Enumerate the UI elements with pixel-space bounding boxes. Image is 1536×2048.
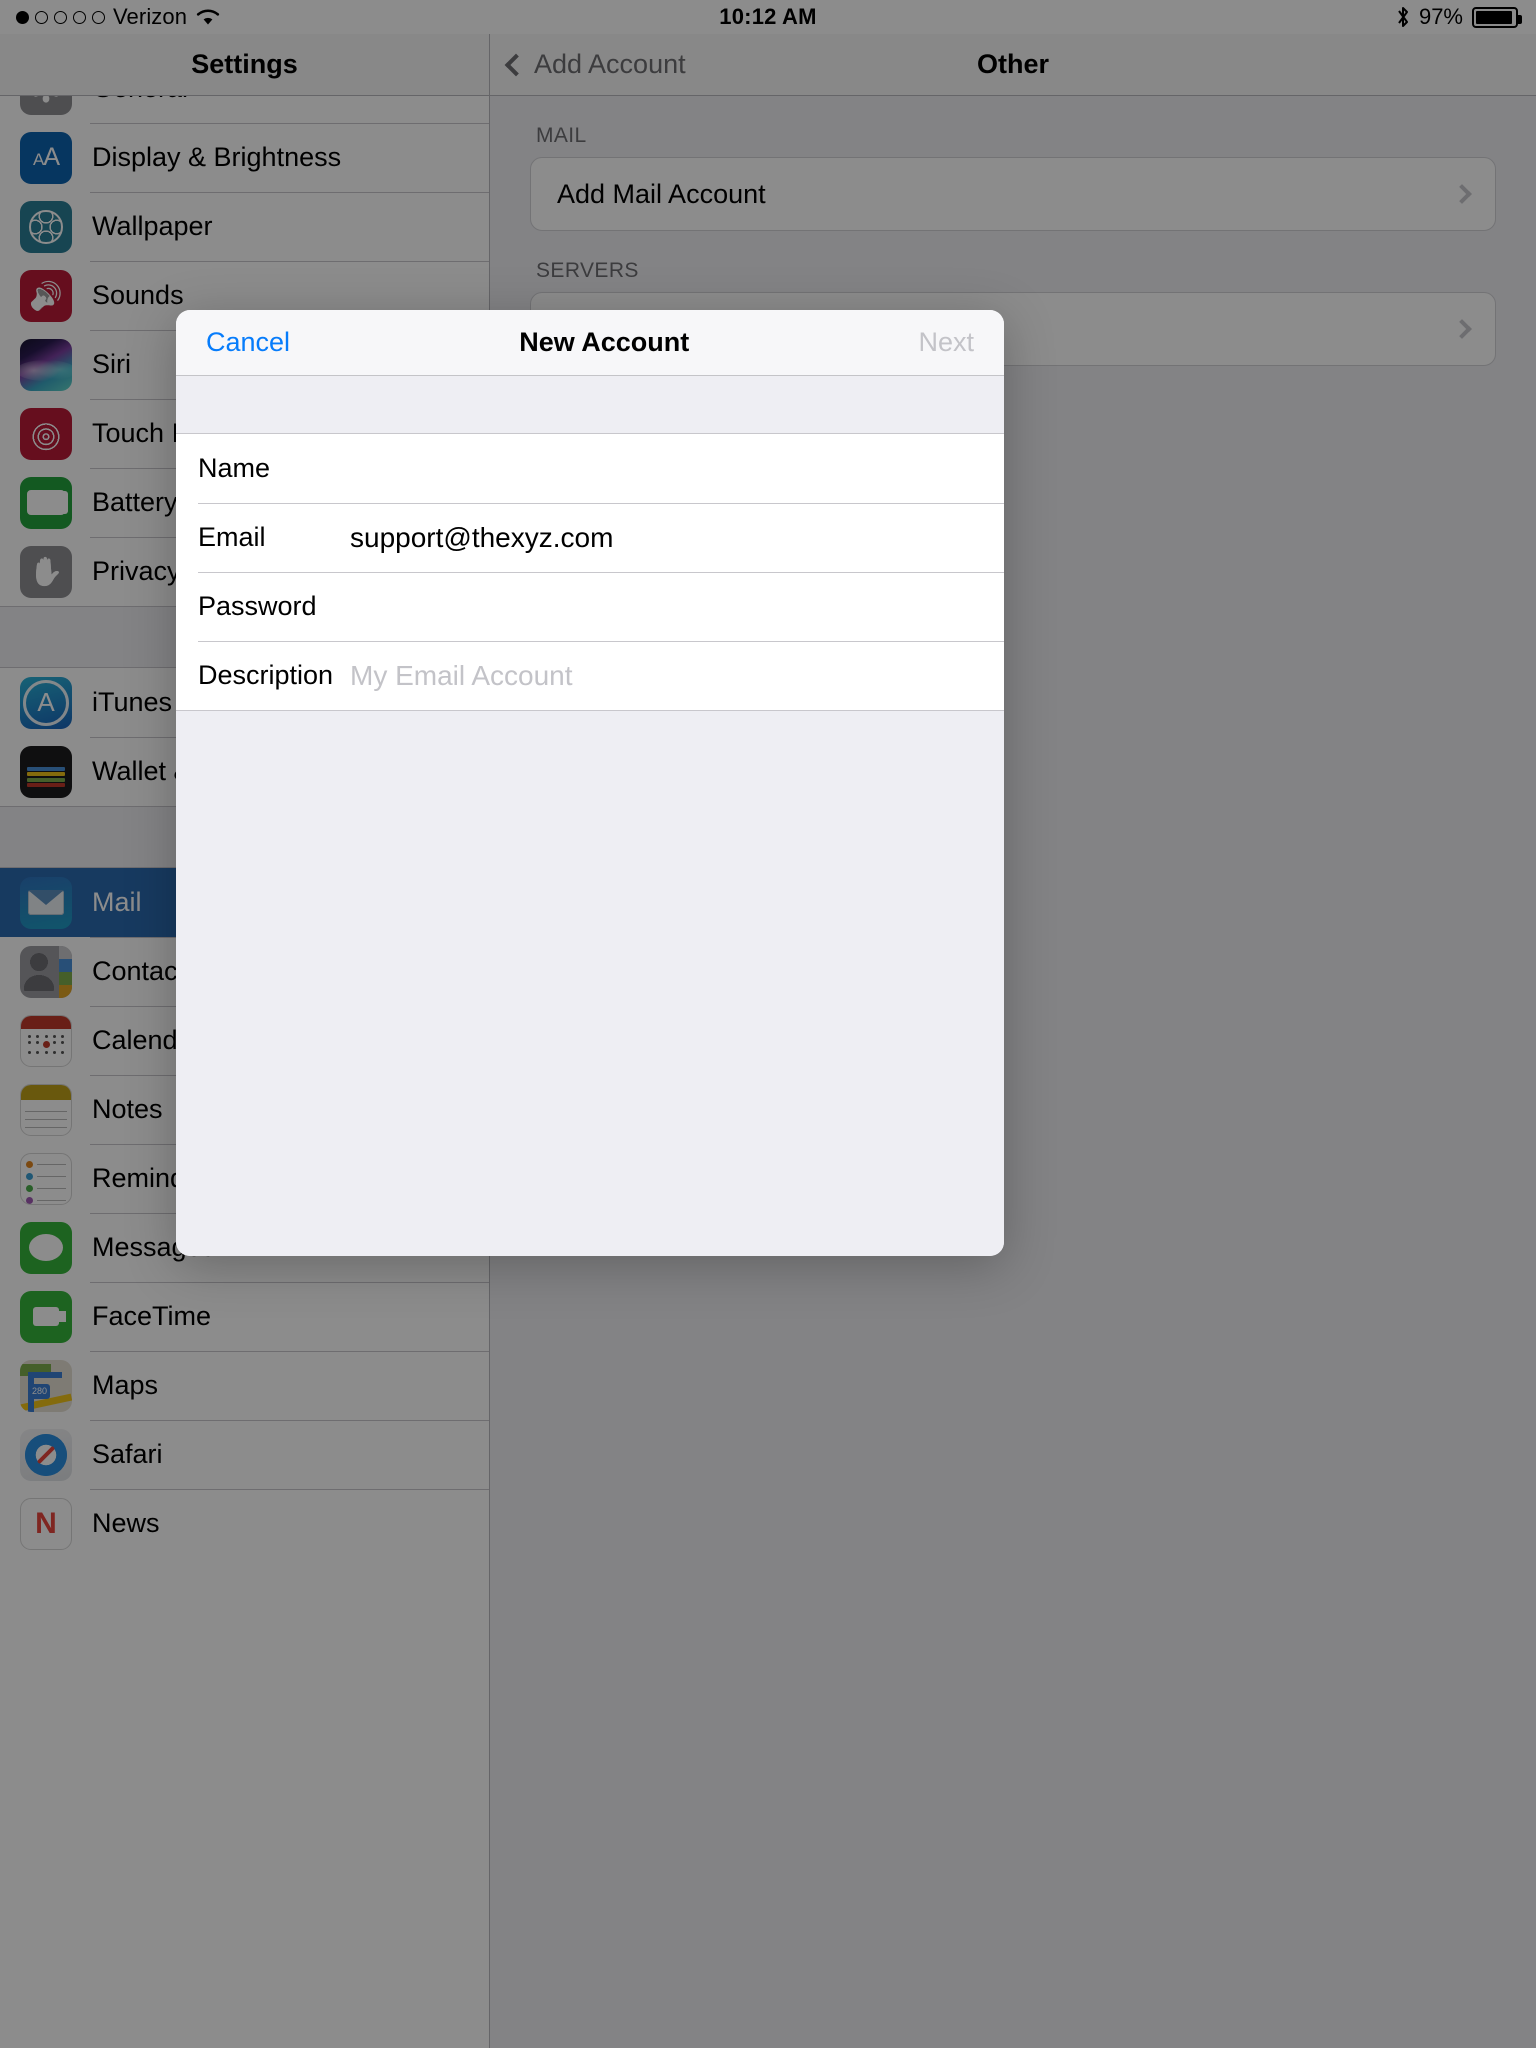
sounds-speaker-icon	[20, 269, 72, 322]
general-gear-icon	[20, 96, 72, 115]
chevron-left-icon	[504, 53, 528, 76]
battery-percent-label: 97%	[1418, 4, 1463, 29]
servers-section-header: SERVERS	[536, 259, 639, 282]
description-input[interactable]: My Email Account	[350, 660, 573, 692]
sidebar-item-maps[interactable]: 280 Maps	[0, 1351, 489, 1420]
mail-envelope-icon	[20, 876, 72, 929]
facetime-icon	[20, 1290, 72, 1343]
account-form: Name Email support@thexyz.com Password D…	[176, 433, 1004, 711]
name-field-label: Name	[198, 453, 271, 483]
reminders-icon	[20, 1152, 72, 1205]
status-bar-right: 97%	[1046, 4, 1536, 30]
wallpaper-icon	[20, 200, 72, 253]
chevron-right-icon	[1452, 319, 1472, 339]
email-input[interactable]: support@thexyz.com	[350, 522, 613, 554]
description-field-row[interactable]: Description My Email Account	[176, 641, 1004, 710]
sidebar-item-label: Wallpaper	[92, 211, 213, 241]
sidebar-item-general[interactable]: General	[0, 96, 489, 123]
password-field-label: Password	[198, 591, 317, 621]
chevron-right-icon	[1452, 184, 1472, 204]
messages-icon	[20, 1221, 72, 1274]
sidebar-item-display-brightness[interactable]: AA Display & Brightness	[0, 123, 489, 192]
contacts-icon	[20, 945, 72, 998]
mail-card: Add Mail Account	[530, 157, 1496, 231]
next-button[interactable]: Next	[918, 327, 974, 358]
status-bar-center: 10:12 AM	[490, 4, 1046, 30]
modal-title: New Account	[519, 327, 690, 357]
add-mail-account-label: Add Mail Account	[557, 178, 766, 209]
modal-navbar: Cancel New Account Next	[176, 310, 1004, 376]
description-field-label: Description	[198, 660, 334, 690]
cancel-button[interactable]: Cancel	[206, 327, 290, 358]
bluetooth-icon	[1398, 7, 1408, 27]
back-button[interactable]: Add Account	[504, 49, 686, 80]
back-button-label: Add Account	[534, 49, 686, 79]
itunes-app-store-icon	[20, 676, 72, 729]
sidebar-item-label: FaceTime	[92, 1301, 212, 1331]
detail-navbar: Add Account Other	[490, 34, 1536, 96]
sidebar-item-label: Display & Brightness	[92, 142, 342, 172]
modal-empty-area	[176, 711, 1004, 1256]
sidebar-item-label: Battery	[92, 487, 178, 517]
news-icon	[20, 1497, 72, 1550]
notes-icon	[20, 1083, 72, 1136]
status-bar-left: Verizon	[0, 4, 490, 30]
privacy-hand-icon	[20, 545, 72, 598]
sidebar-item-label: General	[92, 96, 188, 104]
email-field-row[interactable]: Email support@thexyz.com	[176, 503, 1004, 572]
new-account-modal: Cancel New Account Next Name Email suppo…	[176, 310, 1004, 1256]
sidebar-navbar: Settings	[0, 34, 489, 96]
sidebar-title: Settings	[191, 49, 298, 79]
detail-title: Other	[976, 49, 1049, 79]
wallet-icon	[20, 745, 72, 798]
sidebar-item-safari[interactable]: Safari	[0, 1420, 489, 1489]
sidebar-item-label: Siri	[92, 349, 131, 379]
sidebar-item-facetime[interactable]: FaceTime	[0, 1282, 489, 1351]
form-top-spacer	[176, 376, 1004, 433]
email-field-label: Email	[198, 522, 266, 552]
mail-section-header: MAIL	[536, 124, 587, 147]
cellular-signal-dots	[16, 10, 105, 24]
name-field-row[interactable]: Name	[176, 434, 1004, 503]
sidebar-item-label: Mail	[92, 887, 142, 917]
sidebar-item-label: Sounds	[92, 280, 184, 310]
password-field-row[interactable]: Password	[176, 572, 1004, 641]
safari-compass-icon	[20, 1428, 72, 1481]
sidebar-item-label: Maps	[92, 1370, 159, 1400]
sidebar-item-news[interactable]: News	[0, 1489, 489, 1558]
sidebar-item-label: Safari	[92, 1439, 163, 1469]
display-brightness-icon: AA	[20, 131, 72, 184]
sidebar-item-label: Notes	[92, 1094, 163, 1124]
calendar-icon	[20, 1014, 72, 1067]
clock-label: 10:12 AM	[719, 4, 817, 29]
carrier-label: Verizon	[113, 4, 188, 29]
wifi-icon	[196, 9, 220, 25]
battery-icon	[1472, 6, 1522, 28]
sidebar-item-label: Privacy	[92, 556, 181, 586]
add-mail-account-row[interactable]: Add Mail Account	[531, 158, 1495, 230]
status-bar: Verizon 10:12 AM 97%	[0, 0, 1536, 34]
siri-icon	[20, 338, 72, 391]
battery-icon	[20, 476, 72, 529]
maps-icon: 280	[20, 1359, 72, 1412]
sidebar-item-label: iTunes	[92, 687, 173, 717]
sidebar-item-wallpaper[interactable]: Wallpaper	[0, 192, 489, 261]
sidebar-item-label: News	[92, 1508, 160, 1538]
touch-id-fingerprint-icon	[20, 407, 72, 460]
